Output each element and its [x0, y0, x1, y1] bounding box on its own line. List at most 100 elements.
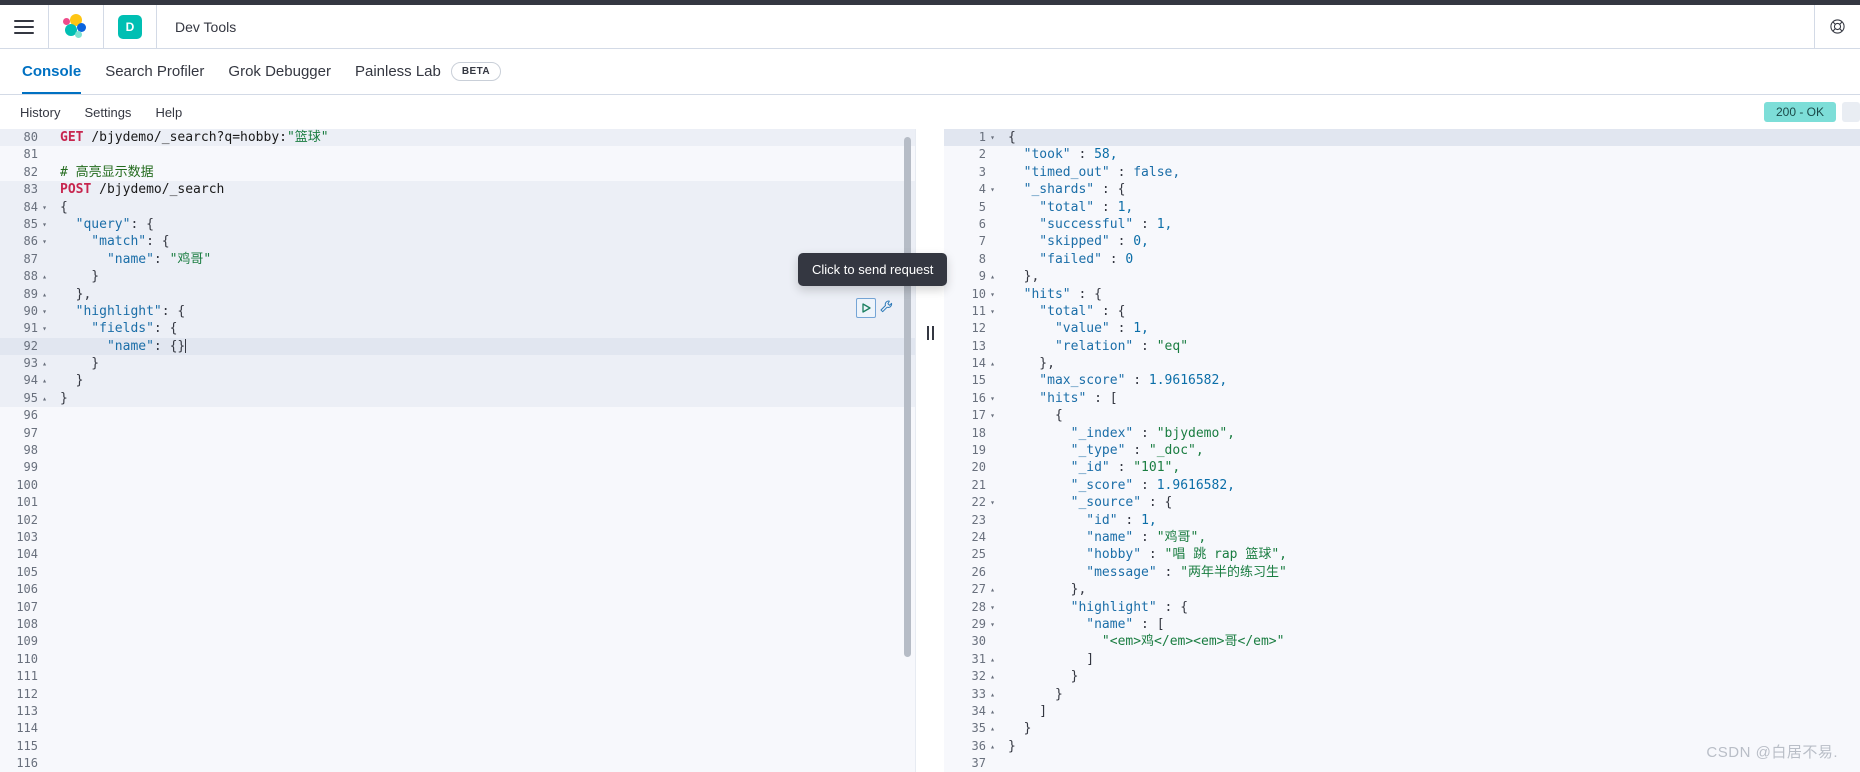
- status-badge: 200 - OK: [1763, 102, 1836, 122]
- code-line: 82 # 高亮显示数据: [0, 164, 915, 181]
- request-line-number: 111: [16, 669, 38, 684]
- code-line: 111: [0, 668, 915, 685]
- code-line: 90 ▾ "highlight": {: [0, 302, 915, 321]
- request-line-number: 84 ▾: [0, 199, 52, 216]
- fold-toggle-icon[interactable]: ▴: [41, 268, 48, 285]
- code-line-text: ]: [1008, 651, 1095, 667]
- fold-toggle-icon[interactable]: ▾: [41, 216, 48, 233]
- help-button[interactable]: [1814, 4, 1860, 49]
- hamburger-menu-icon: [14, 19, 34, 34]
- code-line: 109: [0, 633, 915, 650]
- code-line: 95 ▴}: [0, 389, 915, 408]
- request-options-button[interactable]: [879, 299, 897, 317]
- fold-toggle-icon[interactable]: ▾: [989, 494, 996, 511]
- fold-toggle-icon[interactable]: ▴: [41, 372, 48, 389]
- request-editor-pane[interactable]: 80 GET /bjydemo/_search?q=hobby:"篮球" 81 82 #…: [0, 129, 916, 772]
- response-line-number: 20: [971, 460, 986, 475]
- request-line-number: 85 ▾: [0, 216, 52, 233]
- hamburger-menu-button[interactable]: [0, 4, 49, 49]
- tab-search-profiler[interactable]: Search Profiler: [93, 49, 216, 94]
- tab-painless-lab[interactable]: Painless Lab BETA: [343, 49, 513, 94]
- request-line-number: 94 ▴: [0, 372, 52, 389]
- tab-console[interactable]: Console: [10, 49, 93, 94]
- fold-toggle-icon[interactable]: ▴: [989, 668, 996, 685]
- response-line-number: 32 ▴: [944, 668, 1000, 685]
- pane-resizer[interactable]: [916, 129, 944, 772]
- code-line-text: "value" : 1,: [1008, 321, 1149, 337]
- request-editor-code[interactable]: 80 GET /bjydemo/_search?q=hobby:"篮球" 81 82 #…: [0, 129, 915, 772]
- fold-toggle-icon[interactable]: ▴: [41, 390, 48, 407]
- code-line-text: },: [1008, 269, 1040, 285]
- fold-toggle-icon[interactable]: ▾: [41, 320, 48, 337]
- wrench-icon: [880, 300, 893, 313]
- fold-toggle-icon[interactable]: ▾: [989, 390, 996, 407]
- fold-toggle-icon[interactable]: ▾: [41, 233, 48, 250]
- request-line-number: 100: [16, 477, 38, 492]
- code-line: 1 ▾ {: [944, 129, 1860, 147]
- console-editor-area: 80 GET /bjydemo/_search?q=hobby:"篮球" 81 82 #…: [0, 129, 1860, 772]
- code-line: 102: [0, 512, 915, 529]
- space-switcher-button[interactable]: D: [104, 4, 157, 49]
- request-action-buttons: [856, 298, 897, 318]
- request-line-number: 95 ▴: [0, 390, 52, 407]
- send-request-button[interactable]: [856, 298, 876, 318]
- response-line-number: 34 ▴: [944, 703, 1000, 720]
- menu-item-settings[interactable]: Settings: [72, 105, 143, 120]
- code-line: 97: [0, 425, 915, 442]
- fold-toggle-icon[interactable]: ▴: [41, 355, 48, 372]
- fold-toggle-icon[interactable]: ▾: [41, 303, 48, 320]
- fold-toggle-icon[interactable]: ▾: [989, 407, 996, 424]
- fold-toggle-icon[interactable]: ▴: [989, 651, 996, 668]
- app-tab-bar: Console Search Profiler Grok Debugger Pa…: [0, 49, 1860, 95]
- code-line-text: "query": {: [60, 216, 154, 232]
- elastic-home-link[interactable]: [49, 4, 104, 49]
- code-line: 7 "skipped" : 0,: [944, 233, 1860, 250]
- code-line-text: }: [1008, 669, 1079, 685]
- fold-toggle-icon[interactable]: ▴: [989, 703, 996, 720]
- code-line: 105: [0, 564, 915, 581]
- fold-toggle-icon[interactable]: ▴: [41, 286, 48, 303]
- code-line: 25 "hobby" : "唱 跳 rap 篮球",: [944, 546, 1860, 563]
- request-line-number: 89 ▴: [0, 286, 52, 303]
- request-line-number: 88 ▴: [0, 268, 52, 285]
- response-viewer-pane[interactable]: 1 ▾{2 "took" : 58, 3 "timed_out" : false, 4…: [944, 129, 1860, 772]
- tab-grok-debugger[interactable]: Grok Debugger: [216, 49, 343, 94]
- code-line-text: "hobby" : "唱 跳 rap 篮球",: [1008, 547, 1287, 563]
- response-line-number: 36 ▴: [944, 738, 1000, 755]
- menu-item-help[interactable]: Help: [143, 105, 194, 120]
- response-line-number: 5: [978, 199, 986, 214]
- response-actions-button[interactable]: [1842, 102, 1860, 122]
- fold-toggle-icon[interactable]: ▴: [989, 581, 996, 598]
- resize-grip-icon[interactable]: [924, 325, 936, 341]
- fold-toggle-icon[interactable]: ▾: [989, 599, 996, 616]
- fold-toggle-icon[interactable]: ▾: [989, 286, 996, 303]
- fold-toggle-icon[interactable]: ▾: [989, 303, 996, 320]
- code-line: 89 ▴ },: [0, 285, 915, 303]
- code-line: 110: [0, 651, 915, 668]
- code-line: 112: [0, 686, 915, 703]
- code-line-text: ]: [1008, 703, 1048, 719]
- request-line-number: 90 ▾: [0, 303, 52, 320]
- response-line-number: 35 ▴: [944, 720, 1000, 737]
- fold-toggle-icon[interactable]: ▾: [989, 616, 996, 633]
- menu-item-history[interactable]: History: [8, 105, 72, 120]
- response-line-number: 13: [971, 338, 986, 353]
- space-avatar: D: [118, 14, 142, 39]
- fold-toggle-icon[interactable]: ▾: [41, 199, 48, 216]
- elastic-logo-icon: [63, 13, 89, 40]
- code-line-text: "_index" : "bjydemo",: [1008, 425, 1235, 441]
- request-line-number: 115: [16, 738, 38, 753]
- fold-toggle-icon[interactable]: ▾: [989, 181, 996, 198]
- fold-toggle-icon[interactable]: ▴: [989, 268, 996, 285]
- fold-toggle-icon[interactable]: ▴: [989, 720, 996, 737]
- csdn-watermark: CSDN @白居不易.: [1706, 744, 1838, 761]
- fold-toggle-icon[interactable]: ▾: [989, 129, 996, 146]
- menu-item-settings-label: Settings: [84, 104, 132, 120]
- fold-toggle-icon[interactable]: ▴: [989, 738, 996, 755]
- fold-toggle-icon[interactable]: ▴: [989, 355, 996, 372]
- code-line-text: }: [60, 269, 100, 285]
- code-line: 9 ▴ },: [944, 268, 1860, 285]
- request-editor-scrollbar[interactable]: [904, 137, 911, 657]
- fold-toggle-icon[interactable]: ▴: [989, 686, 996, 703]
- request-line-number: 106: [16, 582, 38, 597]
